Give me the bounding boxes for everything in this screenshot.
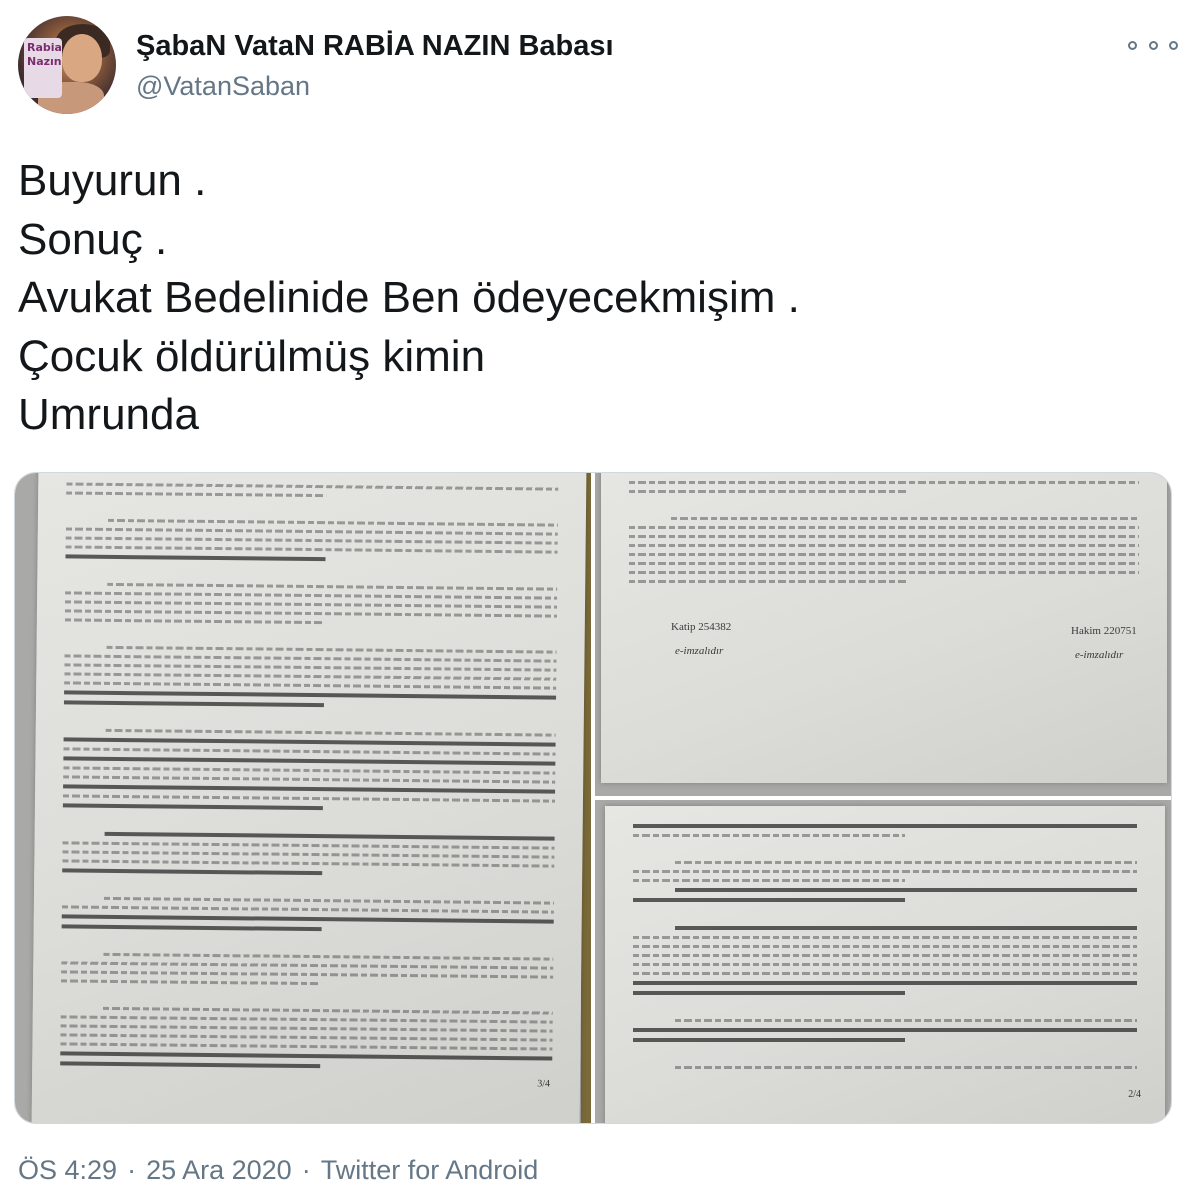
- document-paper: Katip 254382 e-imzalıdır Hakim 220751 e-…: [601, 473, 1167, 783]
- document-paper: 3/4: [31, 473, 587, 1123]
- user-handle[interactable]: @VatanSaban: [136, 68, 614, 104]
- media-image-document-page[interactable]: 3/4: [15, 473, 591, 1123]
- tweet-meta: ÖS 4:29 · 25 Ara 2020 · Twitter for Android: [18, 1153, 538, 1187]
- avatar-poster: Rabia Nazın: [24, 38, 62, 98]
- tweet: Rabia Nazın ŞabaN VataN RABİA NAZIN Baba…: [0, 0, 1200, 1194]
- tweet-text-line: Çocuk öldürülmüş kimin: [18, 331, 486, 381]
- avatar-face: [62, 34, 102, 82]
- media-grid: 3/4 Katip 254382 e-imzalıdır Hakim 22075…: [14, 472, 1172, 1124]
- tweet-text-line: Umrunda: [18, 390, 199, 439]
- tweet-text-line: Avukat Bedelinide Ben ödeyecekmişim .: [18, 273, 800, 322]
- judge-signature: Hakim 220751: [1071, 625, 1137, 637]
- tweet-time[interactable]: ÖS 4:29: [18, 1155, 117, 1185]
- page-number: 2/4: [1128, 1089, 1141, 1100]
- document-paper: 2/4: [605, 806, 1165, 1123]
- media-image-signatures[interactable]: Katip 254382 e-imzalıdır Hakim 220751 e-…: [595, 473, 1171, 796]
- user-info: ŞabaN VataN RABİA NAZIN Babası @VatanSab…: [136, 28, 614, 104]
- meta-separator: ·: [127, 1155, 137, 1185]
- clerk-esign: e-imzalıdır: [675, 645, 724, 657]
- dot-icon: [1148, 40, 1158, 50]
- tweet-text-line: Buyurun .: [18, 156, 207, 205]
- page-number: 3/4: [537, 1078, 551, 1090]
- tweet-text: Buyurun . Sonuç . Avukat Bedelinide Ben …: [18, 152, 800, 445]
- avatar[interactable]: Rabia Nazın: [18, 16, 116, 114]
- meta-separator: ·: [301, 1155, 311, 1185]
- more-options-icon[interactable]: [1128, 32, 1178, 58]
- dot-icon: [1169, 40, 1178, 50]
- judge-esign: e-imzalıdır: [1075, 649, 1124, 661]
- display-name[interactable]: ŞabaN VataN RABİA NAZIN Babası: [136, 28, 614, 64]
- media-image-document-page[interactable]: 2/4: [595, 800, 1171, 1123]
- dot-icon: [1128, 40, 1137, 50]
- tweet-text-line: Sonuç .: [18, 214, 168, 264]
- tweet-date[interactable]: 25 Ara 2020: [146, 1155, 292, 1185]
- tweet-source[interactable]: Twitter for Android: [321, 1155, 539, 1185]
- clerk-signature: Katip 254382: [671, 621, 732, 633]
